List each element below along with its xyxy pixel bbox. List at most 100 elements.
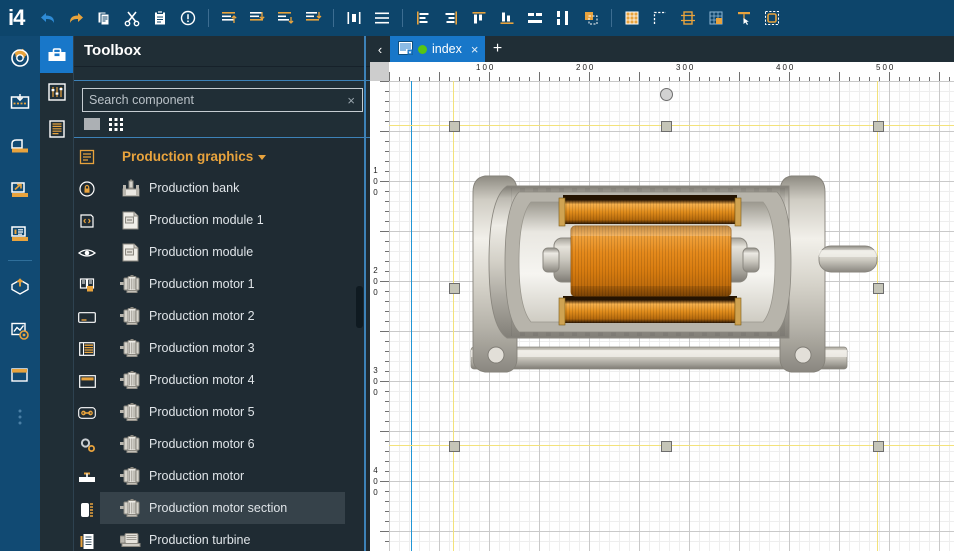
export-icon[interactable]	[0, 168, 40, 212]
rail-more-icon[interactable]	[0, 397, 40, 437]
toolbar-divider	[333, 9, 335, 27]
page-icon	[398, 40, 413, 58]
component-item-label: Production motor	[149, 469, 245, 483]
container-icon[interactable]	[0, 353, 40, 397]
script-icon[interactable]	[74, 205, 100, 237]
production-icon[interactable]	[74, 525, 100, 551]
settings-icon[interactable]	[0, 36, 40, 80]
gears-icon[interactable]	[74, 429, 100, 461]
trend-settings-icon[interactable]	[0, 309, 40, 353]
align-bottom-icon[interactable]	[244, 5, 270, 31]
distribute-vertical-icon[interactable]	[369, 5, 395, 31]
panel-icon[interactable]	[74, 365, 100, 397]
deploy-icon[interactable]	[0, 265, 40, 309]
same-width-icon[interactable]	[522, 5, 548, 31]
ruler-tick	[639, 72, 640, 81]
component-item[interactable]: Production bank	[100, 172, 345, 204]
alarm-icon[interactable]	[175, 5, 201, 31]
component-item[interactable]: Production motor 6	[100, 428, 345, 460]
rail-list-icon[interactable]	[40, 110, 73, 147]
same-height-icon[interactable]	[550, 5, 576, 31]
add-tab-button[interactable]: +	[485, 36, 510, 62]
list-view-icon[interactable]	[84, 117, 100, 131]
ruler-icon[interactable]	[647, 5, 673, 31]
component-item[interactable]: Production module	[100, 236, 345, 268]
align-top-icon[interactable]	[216, 5, 242, 31]
grid-icon[interactable]	[619, 5, 645, 31]
toolbox-scrollbar[interactable]	[356, 141, 363, 551]
group-icon[interactable]	[759, 5, 785, 31]
design-board[interactable]	[389, 81, 954, 551]
resize-handle-sw[interactable]	[449, 441, 460, 452]
import-icon[interactable]	[0, 80, 40, 124]
table-icon[interactable]	[74, 333, 100, 365]
toolbox-scrollbar-thumb[interactable]	[356, 286, 363, 328]
copy-icon[interactable]	[91, 5, 117, 31]
distribute-horizontal-icon[interactable]	[341, 5, 367, 31]
toolbar-divider	[402, 9, 404, 27]
rotate-handle[interactable]	[660, 88, 673, 101]
tank-icon[interactable]	[74, 493, 100, 525]
search-input[interactable]	[83, 92, 341, 108]
chevron-down-icon	[258, 154, 267, 160]
input-field-icon[interactable]	[74, 301, 100, 333]
component-item[interactable]: Production motor 2	[100, 300, 345, 332]
align-vertical-left-icon[interactable]	[410, 5, 436, 31]
ruler-tick	[380, 531, 389, 532]
resize-handle-w[interactable]	[449, 283, 460, 294]
collapse-panel-button[interactable]: ‹	[370, 36, 390, 62]
tab-index[interactable]: index ×	[390, 36, 486, 62]
resize-handle-ne[interactable]	[873, 121, 884, 132]
close-icon[interactable]: ×	[471, 43, 479, 56]
valve-icon[interactable]	[74, 461, 100, 493]
grid-view-icon[interactable]	[108, 117, 124, 131]
clear-search-icon[interactable]: ×	[340, 94, 362, 107]
component-item[interactable]: Production motor 1	[100, 268, 345, 300]
library-icon[interactable]	[74, 269, 100, 301]
cut-icon[interactable]	[119, 5, 145, 31]
eye-icon[interactable]	[74, 237, 100, 269]
text-block-icon[interactable]	[74, 141, 100, 173]
resize-handle-se[interactable]	[873, 441, 884, 452]
resize-handle-e[interactable]	[873, 283, 884, 294]
rail-toolbox-icon[interactable]	[40, 36, 73, 73]
archive-icon[interactable]	[0, 124, 40, 168]
ruler-tick	[380, 181, 389, 182]
resize-handle-s[interactable]	[661, 441, 672, 452]
component-item[interactable]: Production motor 4	[100, 364, 345, 396]
production-motor-section-graphic[interactable]	[455, 164, 879, 390]
horizontal-ruler[interactable]: 100 200 300 400 500	[389, 62, 954, 82]
align-horizontal-top-icon[interactable]	[466, 5, 492, 31]
redo-icon[interactable]	[63, 5, 89, 31]
align-left-icon[interactable]	[272, 5, 298, 31]
guides-icon[interactable]	[675, 5, 701, 31]
snap-grid-icon[interactable]	[703, 5, 729, 31]
lock-icon[interactable]	[74, 173, 100, 205]
snap-object-icon[interactable]	[731, 5, 757, 31]
application-window: i4 Toolbox Search component × Production…	[0, 0, 954, 551]
resize-handle-nw[interactable]	[449, 121, 460, 132]
search-box[interactable]: ×	[82, 88, 363, 112]
align-vertical-right-icon[interactable]	[438, 5, 464, 31]
align-right-icon[interactable]	[300, 5, 326, 31]
vertical-ruler[interactable]: 100 200 300 400	[370, 81, 390, 551]
resize-handle-n[interactable]	[661, 121, 672, 132]
rail-divider	[8, 260, 32, 261]
component-item[interactable]: Production turbine	[100, 524, 345, 551]
bring-to-front-icon[interactable]	[578, 5, 604, 31]
ruler-tick	[589, 72, 590, 81]
report-icon[interactable]	[0, 212, 40, 256]
component-item[interactable]: Production motor 3	[100, 332, 345, 364]
panel-divider[interactable]	[364, 36, 366, 551]
link-icon[interactable]	[74, 397, 100, 429]
component-items: Production bank Production module 1 Produc…	[100, 172, 345, 551]
component-item[interactable]: Production motor section	[100, 492, 345, 524]
component-item[interactable]: Production motor 5	[100, 396, 345, 428]
component-item[interactable]: Production motor	[100, 460, 345, 492]
rail-properties-icon[interactable]	[40, 73, 73, 110]
undo-icon[interactable]	[35, 5, 61, 31]
paste-icon[interactable]	[147, 5, 173, 31]
category-production-graphics[interactable]: Production graphics	[100, 141, 345, 172]
component-item[interactable]: Production module 1	[100, 204, 345, 236]
align-horizontal-bottom-icon[interactable]	[494, 5, 520, 31]
